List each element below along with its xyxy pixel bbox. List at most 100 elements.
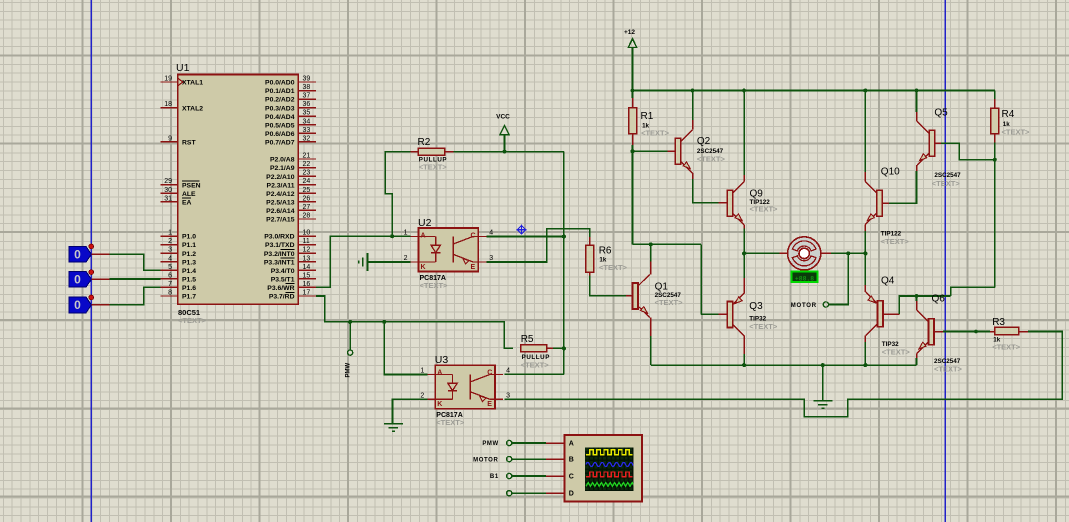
svg-text:ALE: ALE xyxy=(182,191,196,198)
svg-text:+12: +12 xyxy=(624,29,635,36)
svg-text:RST: RST xyxy=(182,140,196,147)
svg-text:12: 12 xyxy=(303,247,311,254)
svg-text:P1.1: P1.1 xyxy=(182,242,196,249)
svg-text:<TEXT>: <TEXT> xyxy=(697,155,726,164)
svg-text:Q6: Q6 xyxy=(932,294,946,305)
svg-text:<TEXT>: <TEXT> xyxy=(932,179,961,188)
svg-text:30: 30 xyxy=(164,187,172,194)
svg-text:2: 2 xyxy=(420,392,424,399)
svg-text:P0.1/AD1: P0.1/AD1 xyxy=(265,88,295,95)
svg-text:P0.4/AD4: P0.4/AD4 xyxy=(265,114,295,121)
svg-text:36: 36 xyxy=(303,101,311,108)
svg-text:U3: U3 xyxy=(435,354,449,366)
svg-text:R2: R2 xyxy=(418,137,431,148)
svg-text:Q3: Q3 xyxy=(749,301,763,312)
svg-text:3: 3 xyxy=(489,255,493,262)
svg-text:14: 14 xyxy=(303,264,311,271)
svg-text:<TEXT>: <TEXT> xyxy=(419,163,448,172)
svg-text:PSEN: PSEN xyxy=(182,182,201,189)
svg-text:27: 27 xyxy=(303,204,311,211)
svg-text:0: 0 xyxy=(74,248,81,262)
svg-text:R6: R6 xyxy=(599,246,612,257)
svg-text:Q2: Q2 xyxy=(697,136,711,147)
svg-text:<TEXT>: <TEXT> xyxy=(750,205,779,214)
svg-text:<TEXT>: <TEXT> xyxy=(934,365,963,374)
svg-text:24: 24 xyxy=(303,178,311,185)
svg-text:R4: R4 xyxy=(1002,109,1015,120)
svg-text:+88.8: +88.8 xyxy=(795,276,814,283)
svg-text:R1: R1 xyxy=(641,111,654,122)
svg-text:Q10: Q10 xyxy=(881,167,900,178)
svg-text:<TEXT>: <TEXT> xyxy=(882,348,911,357)
svg-text:P1.7: P1.7 xyxy=(182,294,196,301)
svg-text:E: E xyxy=(471,264,476,271)
svg-text:P0.0/AD0: P0.0/AD0 xyxy=(265,80,295,87)
svg-text:K: K xyxy=(421,264,426,271)
svg-text:7: 7 xyxy=(168,281,172,288)
svg-text:8: 8 xyxy=(168,290,172,297)
svg-text:P2.3/A11: P2.3/A11 xyxy=(267,182,295,189)
svg-text:4: 4 xyxy=(506,368,510,375)
svg-text:6: 6 xyxy=(168,272,172,279)
svg-text:<TEXT>: <TEXT> xyxy=(655,298,684,307)
svg-text:3: 3 xyxy=(168,247,172,254)
svg-text:10: 10 xyxy=(303,230,311,237)
svg-text:25: 25 xyxy=(303,187,311,194)
svg-text:19: 19 xyxy=(164,76,172,83)
svg-text:2: 2 xyxy=(404,255,408,262)
svg-text:P1.6: P1.6 xyxy=(182,285,196,292)
svg-text:21: 21 xyxy=(303,153,311,160)
svg-text:P0.3/AD3: P0.3/AD3 xyxy=(265,105,295,112)
svg-text:1: 1 xyxy=(420,368,424,375)
svg-text:R3: R3 xyxy=(992,317,1005,328)
svg-text:31: 31 xyxy=(164,195,172,202)
svg-text:K: K xyxy=(437,401,442,408)
svg-text:<TEXT>: <TEXT> xyxy=(599,263,628,272)
svg-text:3: 3 xyxy=(506,392,510,399)
svg-text:1: 1 xyxy=(168,230,172,237)
svg-text:5: 5 xyxy=(168,264,172,271)
svg-text:0: 0 xyxy=(74,273,81,287)
svg-text:P2.7/A15: P2.7/A15 xyxy=(266,217,295,224)
svg-text:MOTOR: MOTOR xyxy=(473,457,498,463)
svg-text:A: A xyxy=(569,441,574,448)
svg-text:0: 0 xyxy=(74,298,81,312)
svg-text:P3.3/INT1: P3.3/INT1 xyxy=(264,259,295,266)
svg-text:C: C xyxy=(569,474,574,481)
svg-text:32: 32 xyxy=(303,135,311,142)
svg-text:PMW: PMW xyxy=(482,441,498,447)
svg-text:P2.4/A12: P2.4/A12 xyxy=(266,191,295,198)
svg-text:Q5: Q5 xyxy=(934,108,948,119)
svg-text:B: B xyxy=(569,457,574,464)
svg-text:U2: U2 xyxy=(418,217,432,229)
svg-text:<TEXT>: <TEXT> xyxy=(749,322,778,331)
svg-text:P1.5: P1.5 xyxy=(182,276,196,283)
svg-text:P3.0/RXD: P3.0/RXD xyxy=(264,234,294,241)
svg-text:P1.2: P1.2 xyxy=(182,251,196,258)
svg-text:P2.2/A10: P2.2/A10 xyxy=(266,174,295,181)
svg-text:1: 1 xyxy=(404,230,408,237)
svg-text:9: 9 xyxy=(168,135,172,142)
svg-text:17: 17 xyxy=(303,290,311,297)
svg-text:Q4: Q4 xyxy=(881,276,895,287)
svg-text:23: 23 xyxy=(303,170,311,177)
svg-text:2: 2 xyxy=(168,238,172,245)
svg-text:B1: B1 xyxy=(490,474,499,480)
svg-text:P3.7/RD: P3.7/RD xyxy=(269,294,295,301)
svg-text:P3.2/INT0: P3.2/INT0 xyxy=(264,251,295,258)
svg-text:Q1: Q1 xyxy=(655,282,669,293)
svg-text:15: 15 xyxy=(303,272,311,279)
svg-text:<TEXT>: <TEXT> xyxy=(436,418,465,427)
svg-text:XTAL1: XTAL1 xyxy=(182,80,203,87)
svg-text:P3.4/T0: P3.4/T0 xyxy=(271,268,295,275)
svg-text:A: A xyxy=(437,370,442,377)
svg-text:P2.6/A14: P2.6/A14 xyxy=(266,208,295,215)
svg-text:34: 34 xyxy=(303,118,311,125)
svg-text:16: 16 xyxy=(303,281,311,288)
svg-text:P2.0/A8: P2.0/A8 xyxy=(270,157,295,164)
svg-text:P0.2/AD2: P0.2/AD2 xyxy=(265,97,295,104)
svg-text:XTAL2: XTAL2 xyxy=(182,105,203,112)
svg-text:39: 39 xyxy=(303,76,311,83)
svg-text:P0.6/AD6: P0.6/AD6 xyxy=(265,131,295,138)
svg-text:38: 38 xyxy=(303,84,311,91)
